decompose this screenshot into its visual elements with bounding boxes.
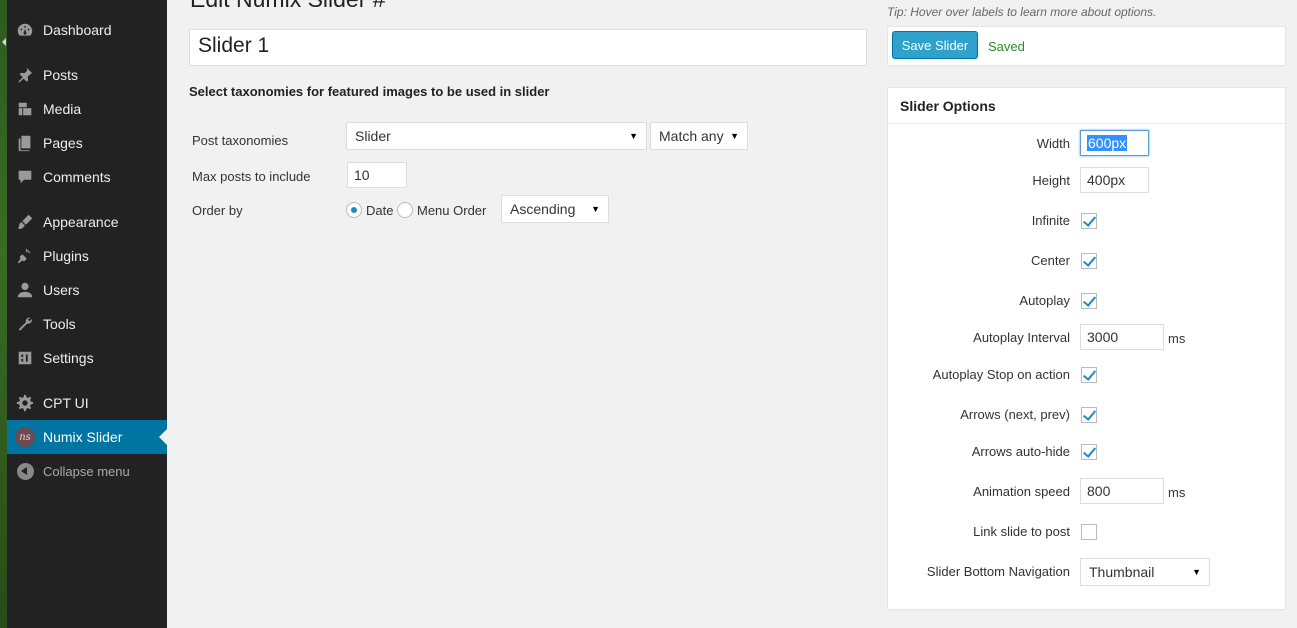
sidebar-item-label: Settings (43, 350, 94, 366)
ms-unit: ms (1168, 331, 1186, 346)
media-icon (7, 100, 43, 118)
sidebar-item-label: Tools (43, 316, 76, 332)
taxonomy-select-value: Slider (355, 128, 391, 144)
arrows-autohide-checkbox[interactable] (1081, 444, 1097, 460)
infinite-label: Infinite (1031, 213, 1070, 228)
sidebar-item-label: CPT UI (43, 395, 89, 411)
sidebar-item-label: Pages (43, 135, 83, 151)
sidebar-item-comments[interactable]: Comments (7, 160, 167, 194)
sidebar-item-media[interactable]: Media (7, 92, 167, 126)
page-title: Edit Numix Slider # (190, 0, 386, 13)
sidebar-item-label: Comments (43, 169, 111, 185)
dropdown-arrow-icon: ▼ (1192, 567, 1201, 577)
slider-title-input[interactable]: Slider 1 (189, 29, 867, 66)
sidebar-item-tools[interactable]: Tools (7, 307, 167, 341)
post-taxonomies-label: Post taxonomies (192, 133, 289, 148)
center-checkbox[interactable] (1081, 253, 1097, 269)
dashboard-icon (7, 21, 43, 39)
sidebar-item-label: Appearance (43, 214, 119, 230)
infinite-checkbox[interactable] (1081, 213, 1097, 229)
tip-text: Tip: Hover over labels to learn more abo… (887, 5, 1157, 19)
link-slide-checkbox[interactable] (1081, 524, 1097, 540)
autoplay-stop-checkbox[interactable] (1081, 367, 1097, 383)
sidebar-item-settings[interactable]: Settings (7, 341, 167, 375)
saved-status: Saved (988, 39, 1025, 54)
taxonomy-select[interactable]: Slider ▼ (346, 122, 647, 150)
max-posts-label: Max posts to include (192, 169, 311, 184)
user-icon (7, 281, 43, 299)
match-select[interactable]: Match any ▼ (650, 122, 748, 150)
height-label: Height (1032, 173, 1070, 188)
animation-speed-label: Animation speed (973, 484, 1070, 499)
sidebar-item-plugins[interactable]: Plugins (7, 239, 167, 273)
link-slide-label: Link slide to post (973, 524, 1070, 539)
width-label: Width (1036, 136, 1070, 151)
collapse-menu-button[interactable]: Collapse menu (7, 454, 167, 488)
numix-logo-icon: ns (15, 427, 35, 447)
sidebar-item-label: Users (43, 282, 80, 298)
width-input[interactable]: 600px (1080, 130, 1149, 156)
dropdown-arrow-icon: ▼ (629, 131, 638, 141)
wrench-icon (7, 315, 43, 333)
comment-icon (7, 168, 43, 186)
section-heading: Select taxonomies for featured images to… (189, 84, 550, 99)
autoplay-checkbox[interactable] (1081, 293, 1097, 309)
sidebar-item-label: Dashboard (43, 22, 112, 38)
sidebar-item-pages[interactable]: Pages (7, 126, 167, 160)
order-date-label: Date (366, 203, 394, 218)
center-label: Center (1030, 253, 1070, 268)
edge-arrow-icon (2, 38, 6, 46)
arrows-autohide-label: Arrows auto-hide (971, 444, 1070, 459)
gear-icon (7, 394, 43, 412)
bottom-nav-value: Thumbnail (1089, 564, 1155, 580)
order-menu-radio[interactable] (397, 202, 413, 218)
save-slider-button[interactable]: Save Slider (892, 31, 978, 59)
pages-icon (7, 134, 43, 152)
order-date-radio[interactable] (346, 202, 362, 218)
background-edge (0, 0, 7, 628)
sidebar-item-label: Posts (43, 67, 79, 83)
max-posts-input[interactable]: 10 (347, 162, 407, 188)
ms-unit: ms (1168, 485, 1186, 500)
collapse-menu-label: Collapse menu (43, 463, 130, 479)
order-by-label: Order by (192, 203, 243, 218)
order-direction-value: Ascending (510, 201, 576, 217)
collapse-icon-wrap (7, 462, 43, 480)
sidebar-item-label: Media (43, 101, 82, 117)
sidebar-item-label: Plugins (43, 248, 89, 264)
plug-icon (7, 247, 43, 265)
animation-speed-input[interactable]: 800 (1080, 478, 1164, 504)
admin-sidebar: Dashboard Posts Media Pages Comments App… (7, 0, 167, 628)
sidebar-item-posts[interactable]: Posts (7, 58, 167, 92)
sidebar-item-appearance[interactable]: Appearance (7, 205, 167, 239)
sidebar-item-label: Numix Slider (43, 429, 123, 445)
height-input[interactable]: 400px (1080, 167, 1149, 193)
autoplay-label: Autoplay (1019, 293, 1070, 308)
settings-icon (7, 349, 43, 367)
order-direction-select[interactable]: Ascending ▼ (501, 195, 609, 223)
width-value: 600px (1087, 135, 1128, 151)
autoplay-interval-label: Autoplay Interval (973, 330, 1070, 345)
divider (888, 123, 1285, 124)
bottom-nav-label: Slider Bottom Navigation (926, 564, 1070, 579)
dropdown-arrow-icon: ▼ (730, 131, 739, 141)
order-menu-label: Menu Order (417, 203, 487, 218)
bottom-nav-select[interactable]: Thumbnail ▼ (1080, 558, 1210, 586)
sidebar-item-icon-wrap: ns (7, 427, 43, 447)
arrows-label: Arrows (next, prev) (960, 407, 1070, 422)
slider-options-title: Slider Options (900, 98, 996, 114)
sidebar-item-dashboard[interactable]: Dashboard (7, 13, 167, 47)
sidebar-item-cpt-ui[interactable]: CPT UI (7, 386, 167, 420)
match-select-value: Match any (659, 128, 724, 144)
dropdown-arrow-icon: ▼ (591, 204, 600, 214)
arrows-checkbox[interactable] (1081, 407, 1097, 423)
sidebar-item-users[interactable]: Users (7, 273, 167, 307)
sidebar-item-numix-slider[interactable]: ns Numix Slider (7, 420, 167, 454)
pin-icon (7, 66, 43, 84)
collapse-arrow-icon (16, 462, 34, 480)
brush-icon (7, 213, 43, 231)
autoplay-stop-label: Autoplay Stop on action (932, 367, 1070, 382)
autoplay-interval-input[interactable]: 3000 (1080, 324, 1164, 350)
